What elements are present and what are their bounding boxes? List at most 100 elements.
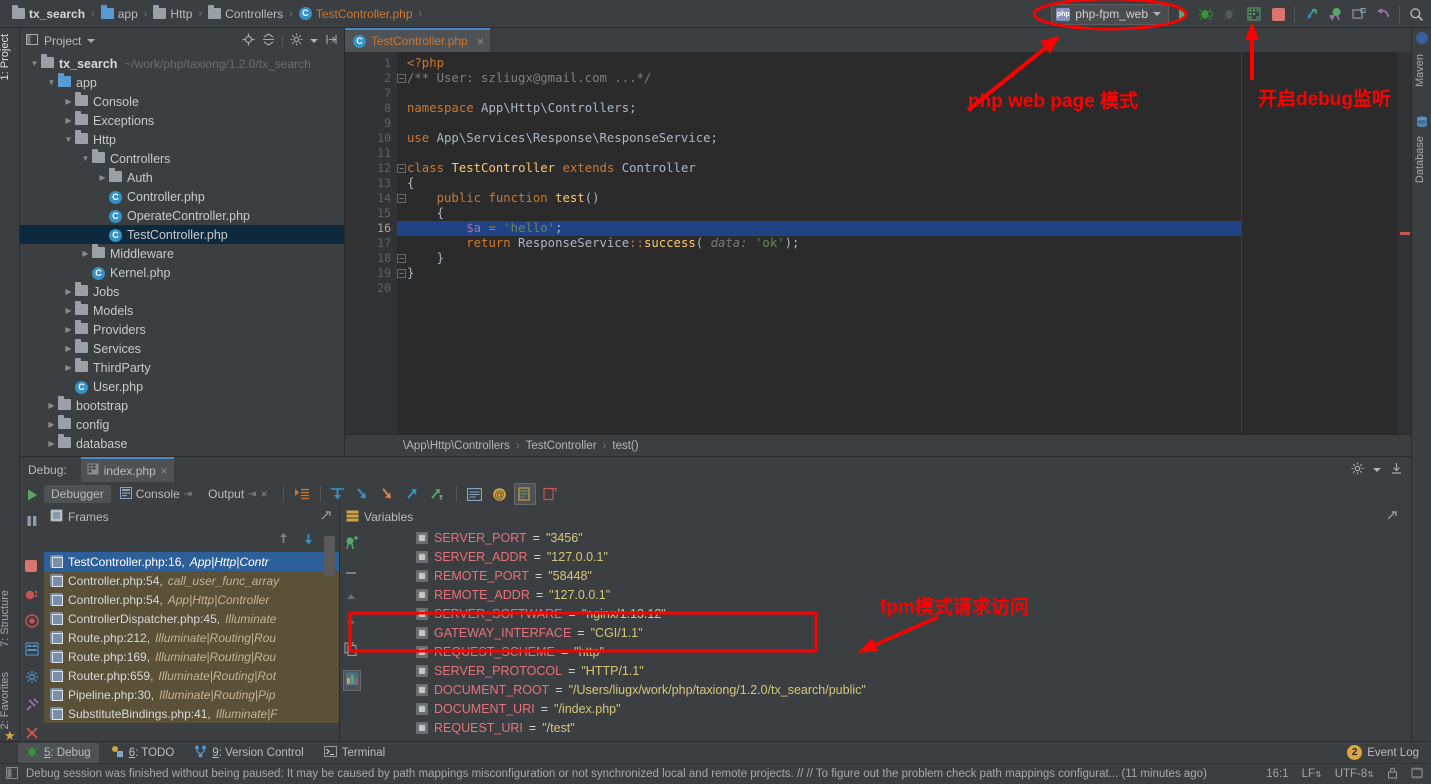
breadcrumb-item-controllers[interactable]: Controllers xyxy=(204,4,287,24)
line-number[interactable]: 7 xyxy=(345,86,397,101)
copy-value-icon[interactable] xyxy=(344,642,358,659)
tree-expand-arrow[interactable]: ▶ xyxy=(45,401,58,410)
hide-panel-icon[interactable] xyxy=(325,33,338,49)
frame-row[interactable]: Router.php:659, Illuminate|Routing|Rot xyxy=(44,666,339,685)
line-number[interactable]: 17 xyxy=(345,236,397,251)
variables-view-mode-icon[interactable] xyxy=(343,670,361,691)
tree-expand-arrow[interactable]: ▶ xyxy=(62,97,75,106)
variable-row[interactable]: ▦ DOCUMENT_ROOT = "/Users/liugx/work/php/ta… xyxy=(366,680,1411,699)
frames-list[interactable]: TestController.php:16, App|Http|Contr Cont… xyxy=(44,552,339,723)
tree-item-config[interactable]: ▶ config xyxy=(20,414,344,434)
variable-row[interactable]: ▦ SERVER_PROTOCOL = "HTTP/1.1" xyxy=(366,661,1411,680)
screenshot-icon[interactable] xyxy=(1348,3,1370,25)
detach-icon[interactable]: ⇥ xyxy=(184,489,192,500)
detach-icon[interactable]: ⇥ xyxy=(248,489,256,500)
editor-breadcrumb[interactable]: \App\Http\Controllers › TestController › tes… xyxy=(345,434,1411,456)
at-symbol-icon[interactable]: @ xyxy=(489,483,511,505)
memory-indicator-icon[interactable] xyxy=(1411,767,1423,782)
run-configuration-selector[interactable]: php php-fpm_web xyxy=(1051,3,1169,25)
add-watch-icon[interactable] xyxy=(344,536,359,554)
tree-item-console[interactable]: ▶ Console xyxy=(20,91,344,111)
lock-icon[interactable] xyxy=(1387,767,1398,782)
tree-item-tx_search[interactable]: ▼ tx_search ~/work/php/taxiong/1.2.0/tx_se… xyxy=(20,54,344,73)
tree-expand-arrow[interactable]: ▶ xyxy=(45,439,58,448)
caret-position[interactable]: 16:1 xyxy=(1266,768,1288,780)
step-out-icon[interactable] xyxy=(402,483,424,505)
tree-item-jobs[interactable]: ▶ Jobs xyxy=(20,281,344,301)
close-icon[interactable]: × xyxy=(261,487,268,501)
thread-down-icon[interactable] xyxy=(302,532,315,548)
step-over-icon[interactable] xyxy=(327,483,349,505)
line-number[interactable]: 8 xyxy=(345,101,397,116)
line-number[interactable]: 16 xyxy=(345,221,415,236)
line-number[interactable]: 19− xyxy=(345,266,406,281)
variable-row[interactable]: ▦ SERVER_PORT = "3456" xyxy=(366,528,1411,547)
tree-item-middleware[interactable]: ▶ Middleware xyxy=(20,243,344,263)
tree-item-user-php[interactable]: C User.php xyxy=(20,377,344,396)
tree-expand-arrow[interactable]: ▶ xyxy=(62,116,75,125)
chevron-down-icon[interactable] xyxy=(1373,467,1381,472)
locate-file-icon[interactable] xyxy=(242,33,255,49)
force-step-into-icon[interactable] xyxy=(377,483,399,505)
show-execution-point-icon[interactable] xyxy=(292,483,314,505)
tree-item-exceptions[interactable]: ▶ Exceptions xyxy=(20,110,344,130)
stop-button[interactable] xyxy=(1267,3,1289,25)
tree-item-bootstrap[interactable]: ▶ bootstrap xyxy=(20,395,344,415)
mute-breakpoints-icon[interactable] xyxy=(513,483,536,505)
frame-row[interactable]: Controller.php:54, call_user_func_array xyxy=(44,571,339,590)
variable-row[interactable]: ▦ SERVER_SOFTWARE = "nginx/1.13.12" xyxy=(366,604,1411,623)
listen-debug-connections-icon[interactable] xyxy=(1324,3,1346,25)
tree-item-controller-php[interactable]: C Controller.php xyxy=(20,187,344,206)
frame-row[interactable]: SubstituteBindings.php:41, Illuminate|F xyxy=(44,704,339,723)
view-breakpoints-icon[interactable] xyxy=(25,588,39,605)
tree-item-kernel-php[interactable]: C Kernel.php xyxy=(20,263,344,282)
tree-expand-arrow[interactable]: ▼ xyxy=(62,135,75,144)
attach-debugger-icon[interactable] xyxy=(1300,3,1322,25)
close-icon[interactable]: × xyxy=(161,464,168,478)
frame-row[interactable]: ControllerDispatcher.php:45, Illuminate xyxy=(44,609,339,628)
breadcrumb-item-testcontroller-php[interactable]: C TestController.php xyxy=(295,4,417,24)
thread-up-icon[interactable] xyxy=(277,532,290,548)
breadcrumb-item-tx_search[interactable]: tx_search xyxy=(8,4,89,24)
line-number[interactable]: 14− xyxy=(345,191,406,206)
editor-scrollbar[interactable] xyxy=(1397,52,1411,434)
editor-breadcrumb-item[interactable]: TestController xyxy=(526,440,597,452)
tree-item-testcontroller-php[interactable]: C TestController.php xyxy=(20,225,344,244)
collapse-all-icon[interactable] xyxy=(262,33,275,49)
run-to-cursor-icon[interactable] xyxy=(427,483,449,505)
gear-icon[interactable] xyxy=(25,670,39,687)
tree-expand-arrow[interactable]: ▶ xyxy=(62,325,75,334)
variable-row[interactable]: ▦ GATEWAY_INTERFACE = "CGI/1.1" xyxy=(366,623,1411,642)
line-number[interactable]: 13 xyxy=(345,176,397,191)
line-number-gutter[interactable]: 12−789101112−1314−15161718−19−20 xyxy=(345,52,415,434)
frames-settings-icon[interactable] xyxy=(321,510,333,525)
toolwindow-button-version-control[interactable]: 9: Version Control xyxy=(186,743,311,763)
resume-program-icon[interactable] xyxy=(25,488,39,505)
debug-tab-output[interactable]: Output ⇥ × xyxy=(201,485,274,503)
undo-icon[interactable] xyxy=(1372,3,1394,25)
restore-layout-icon[interactable] xyxy=(539,483,561,505)
pause-program-icon[interactable] xyxy=(25,514,39,531)
event-log-button[interactable]: 2 Event Log xyxy=(1347,745,1419,760)
toolwindow-button-todo[interactable]: 6: TODO xyxy=(103,743,183,763)
line-number[interactable]: 2− xyxy=(345,71,406,86)
pin-tab-icon[interactable] xyxy=(25,698,39,715)
line-number[interactable]: 12− xyxy=(345,161,406,176)
sidebar-item-maven[interactable]: Maven xyxy=(1414,50,1426,91)
tree-expand-arrow[interactable]: ▼ xyxy=(45,78,58,87)
encoding[interactable]: UTF-8⇅ xyxy=(1335,768,1374,780)
line-number[interactable]: 18− xyxy=(345,251,406,266)
tree-expand-arrow[interactable]: ▶ xyxy=(62,287,75,296)
close-icon[interactable]: × xyxy=(477,34,485,49)
line-number[interactable]: 15 xyxy=(345,206,397,221)
frame-row[interactable]: TestController.php:16, App|Http|Contr xyxy=(44,552,339,571)
tree-expand-arrow[interactable]: ▶ xyxy=(62,306,75,315)
frame-row[interactable]: Controller.php:54, App|Http|Controller xyxy=(44,590,339,609)
variable-row[interactable]: ▦ REQUEST_URI = "/test" xyxy=(366,718,1411,737)
breadcrumb-item-http[interactable]: Http xyxy=(149,4,196,24)
editor-breadcrumb-item[interactable]: \App\Http\Controllers xyxy=(403,440,510,452)
breadcrumb-item-app[interactable]: app xyxy=(97,4,142,24)
tree-expand-arrow[interactable]: ▶ xyxy=(45,420,58,429)
toolwindow-button-terminal[interactable]: Terminal xyxy=(316,743,393,763)
status-message[interactable]: Debug session was finished without being… xyxy=(26,768,1207,780)
